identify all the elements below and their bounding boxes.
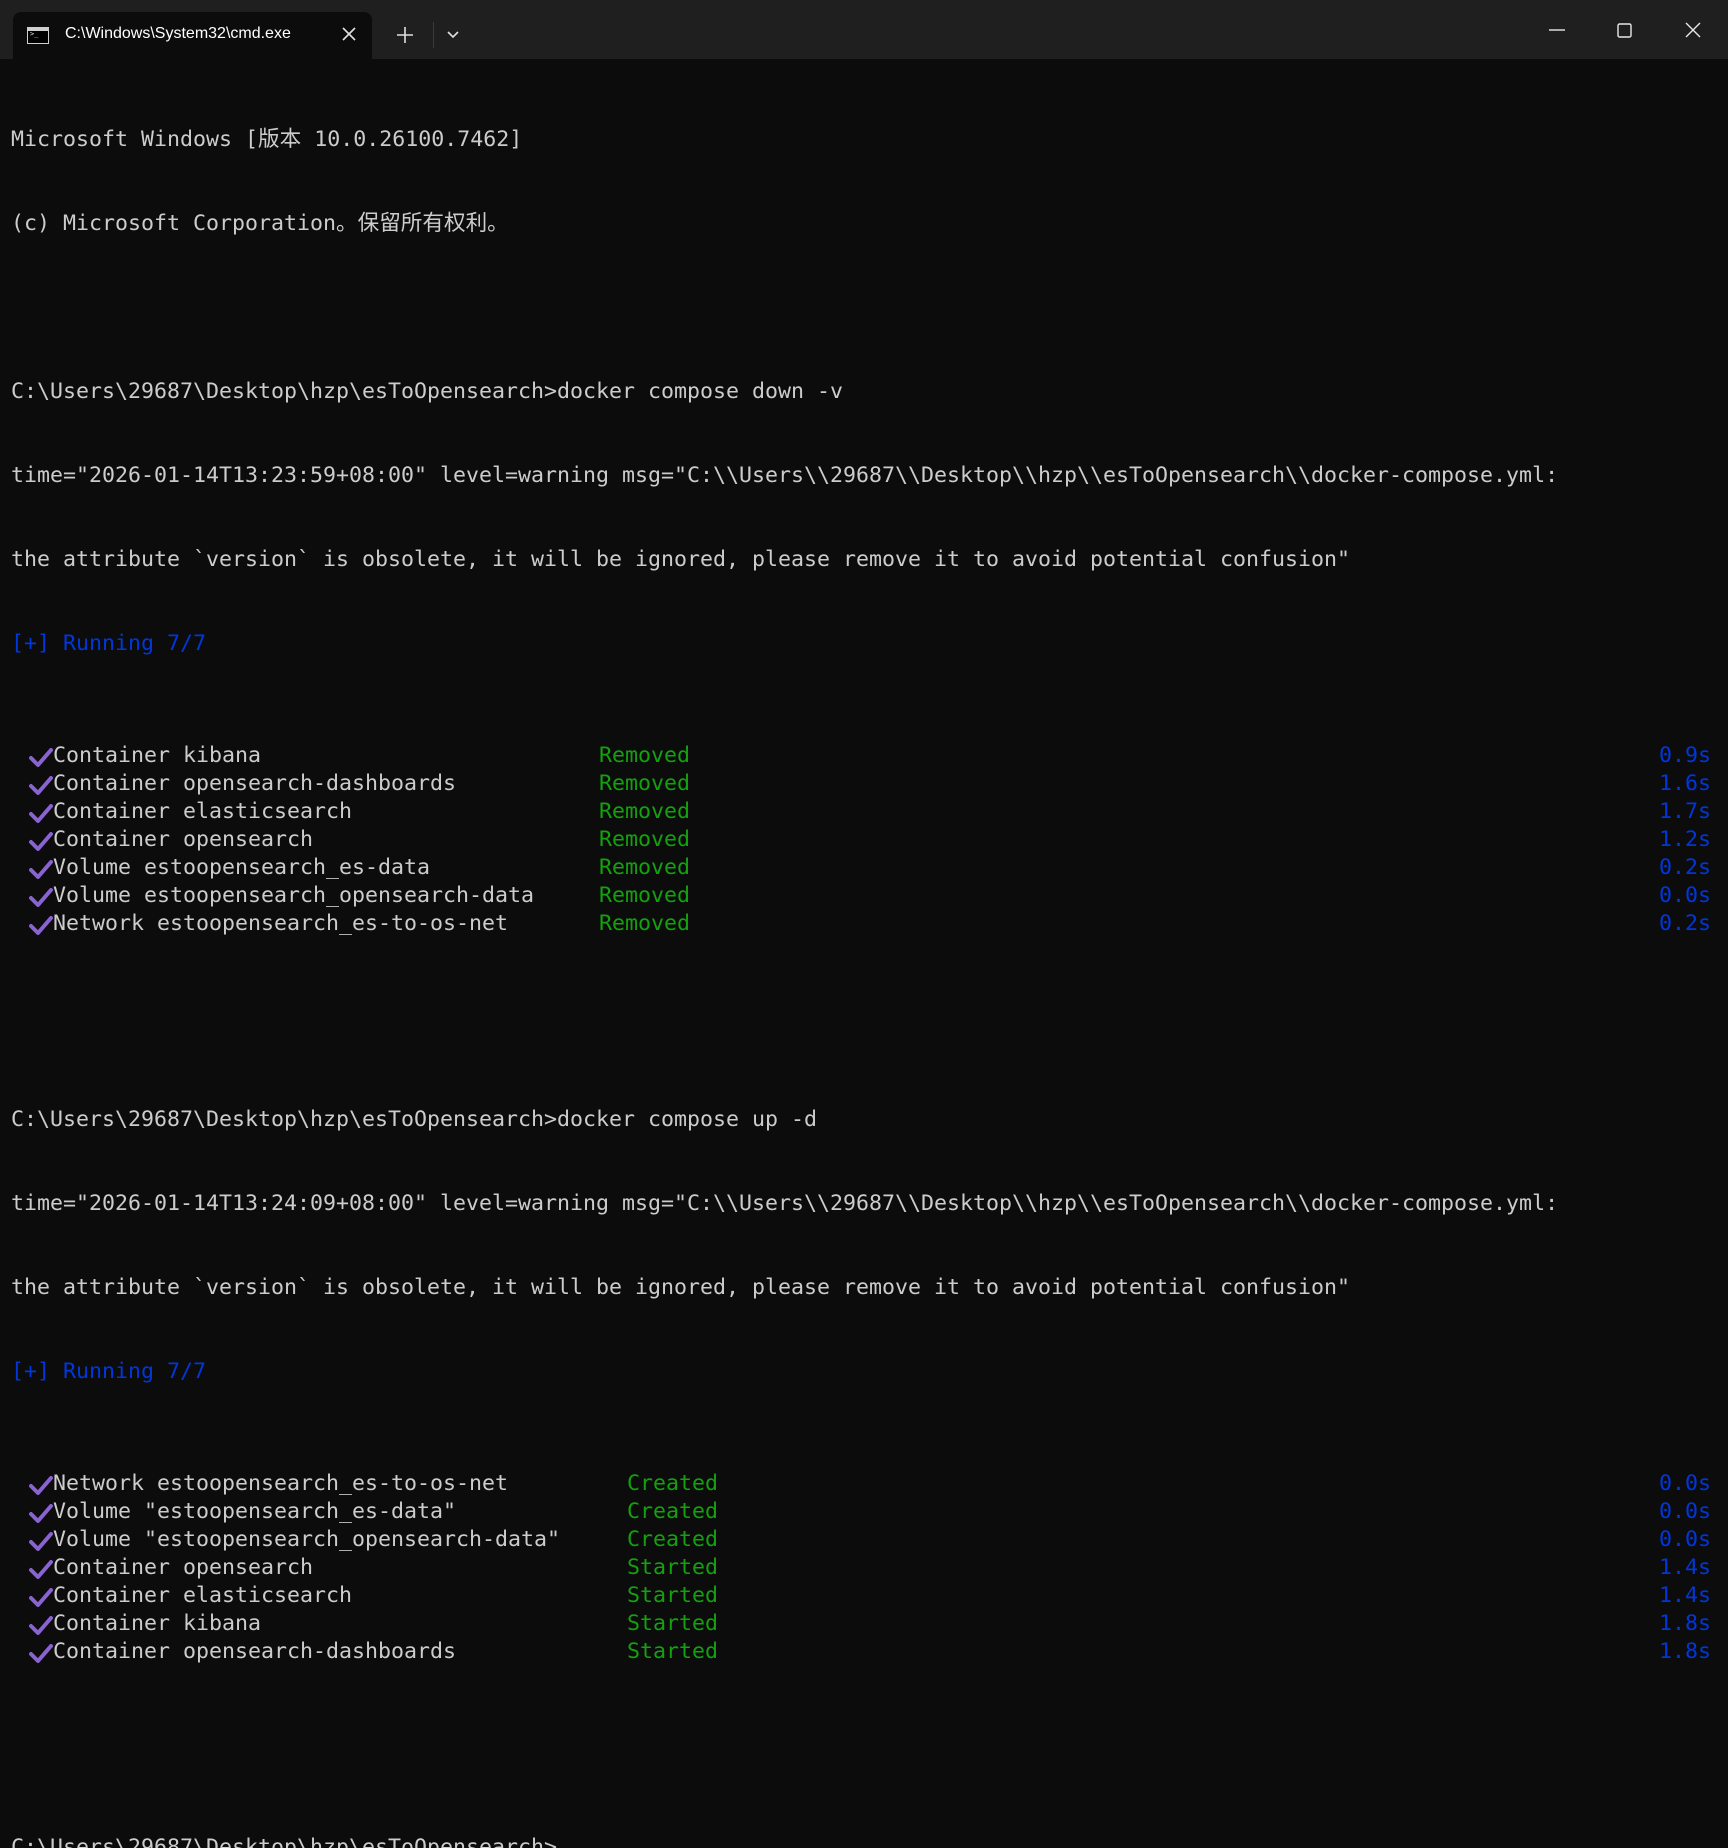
- warning-line: time="2026-01-14T13:23:59+08:00" level=w…: [11, 463, 1559, 488]
- result-label: Container opensearch: [53, 1555, 314, 1580]
- result-status: Started: [627, 1583, 719, 1608]
- result-row: Container opensearch-dashboards Started 1.…: [11, 1638, 1711, 1666]
- result-time: 0.9s: [1658, 743, 1711, 768]
- command-line: C:\Users\29687\Desktop\hzp\esToOpensearc…: [11, 379, 844, 404]
- checkmark-icon: [28, 1476, 54, 1496]
- result-time: 1.6s: [1658, 771, 1711, 796]
- result-label: Volume estoopensearch_opensearch-data: [53, 883, 535, 908]
- warning-line: the attribute `version` is obsolete, it …: [11, 547, 1351, 572]
- result-label: Container kibana: [53, 1611, 262, 1636]
- minimize-icon[interactable]: [1534, 8, 1580, 54]
- result-label: Network estoopensearch_es-to-os-net: [53, 911, 509, 936]
- result-time: 0.0s: [1658, 883, 1711, 908]
- result-status: Removed: [599, 799, 691, 824]
- checkmark-icon: [28, 860, 54, 880]
- up-results: Network estoopensearch_es-to-os-net Creat…: [11, 1470, 1711, 1666]
- warning-line: the attribute `version` is obsolete, it …: [11, 1275, 1351, 1300]
- terminal-window: C:\Windows\System32\cmd.exe Microsoft Wi…: [0, 0, 1728, 1848]
- plus-icon[interactable]: [392, 22, 418, 48]
- window-close-icon[interactable]: [1670, 8, 1716, 54]
- result-label: Container elasticsearch: [53, 799, 353, 824]
- running-status: [+] Running 7/7: [11, 1359, 207, 1384]
- header-line-1: Microsoft Windows [版本 10.0.26100.7462]: [11, 127, 523, 152]
- checkmark-icon: [28, 1532, 54, 1552]
- close-icon[interactable]: [339, 24, 359, 44]
- result-row: Container opensearch Removed 1.2s: [11, 826, 1711, 854]
- result-time: 1.4s: [1658, 1583, 1711, 1608]
- result-status: Removed: [599, 911, 691, 936]
- result-status: Created: [627, 1527, 719, 1552]
- result-row: Container kibana Started 1.8s: [11, 1610, 1711, 1638]
- result-status: Created: [627, 1499, 719, 1524]
- result-time: 0.0s: [1658, 1471, 1711, 1496]
- chevron-down-icon[interactable]: [440, 22, 466, 48]
- tab-cmd[interactable]: C:\Windows\System32\cmd.exe: [13, 12, 372, 59]
- header-line-2: (c) Microsoft Corporation。保留所有权利。: [11, 211, 509, 236]
- result-row: Container elasticsearch Started 1.4s: [11, 1582, 1711, 1610]
- result-label: Volume "estoopensearch_es-data": [53, 1499, 457, 1524]
- result-label: Volume estoopensearch_es-data: [53, 855, 431, 880]
- maximize-icon[interactable]: [1601, 8, 1647, 54]
- result-time: 1.4s: [1658, 1555, 1711, 1580]
- checkmark-icon: [28, 1616, 54, 1636]
- result-time: 0.0s: [1658, 1499, 1711, 1524]
- warning-line: time="2026-01-14T13:24:09+08:00" level=w…: [11, 1191, 1559, 1216]
- result-label: Network estoopensearch_es-to-os-net: [53, 1471, 509, 1496]
- result-status: Removed: [599, 827, 691, 852]
- result-status: Started: [627, 1611, 719, 1636]
- result-row: Volume "estoopensearch_es-data" Created 0.…: [11, 1498, 1711, 1526]
- result-label: Container opensearch: [53, 827, 314, 852]
- result-label: Container opensearch-dashboards: [53, 771, 457, 796]
- checkmark-icon: [28, 1560, 54, 1580]
- tab-title: C:\Windows\System32\cmd.exe: [65, 25, 291, 42]
- command-line: C:\Users\29687\Desktop\hzp\esToOpensearc…: [11, 1107, 818, 1132]
- checkmark-icon: [28, 832, 54, 852]
- down-results: Container kibana Removed 0.9s Container ope…: [11, 742, 1711, 938]
- result-status: Removed: [599, 771, 691, 796]
- result-time: 1.2s: [1658, 827, 1711, 852]
- result-row: Container kibana Removed 0.9s: [11, 742, 1711, 770]
- result-time: 0.2s: [1658, 911, 1711, 936]
- result-row: Container opensearch Started 1.4s: [11, 1554, 1711, 1582]
- terminal-output[interactable]: Microsoft Windows [版本 10.0.26100.7462] (…: [11, 70, 1711, 1848]
- result-label: Container kibana: [53, 743, 262, 768]
- result-row: Volume estoopensearch_es-data Removed 0.2s: [11, 854, 1711, 882]
- result-row: Container opensearch-dashboards Removed 1.…: [11, 770, 1711, 798]
- result-row: Volume estoopensearch_opensearch-data Rem…: [11, 882, 1711, 910]
- running-status: [+] Running 7/7: [11, 631, 207, 656]
- result-time: 0.0s: [1658, 1527, 1711, 1552]
- result-time: 1.8s: [1658, 1611, 1711, 1636]
- result-status: Created: [627, 1471, 719, 1496]
- result-row: Network estoopensearch_es-to-os-net Remov…: [11, 910, 1711, 938]
- result-status: Started: [627, 1555, 719, 1580]
- result-time: 1.7s: [1658, 799, 1711, 824]
- checkmark-icon: [28, 1504, 54, 1524]
- result-row: Network estoopensearch_es-to-os-net Creat…: [11, 1470, 1711, 1498]
- result-time: 0.2s: [1658, 855, 1711, 880]
- toolbar-divider: [433, 22, 434, 48]
- result-row: Container elasticsearch Removed 1.7s: [11, 798, 1711, 826]
- terminal-icon: [27, 27, 49, 44]
- checkmark-icon: [28, 804, 54, 824]
- checkmark-icon: [28, 748, 54, 768]
- result-status: Started: [627, 1639, 719, 1664]
- result-time: 1.8s: [1658, 1639, 1711, 1664]
- checkmark-icon: [28, 888, 54, 908]
- result-label: Volume "estoopensearch_opensearch-data": [53, 1527, 561, 1552]
- result-row: Volume "estoopensearch_opensearch-data" C…: [11, 1526, 1711, 1554]
- result-status: Removed: [599, 855, 691, 880]
- checkmark-icon: [28, 1644, 54, 1664]
- prompt-line: C:\Users\29687\Desktop\hzp\esToOpensearc…: [11, 1835, 558, 1848]
- checkmark-icon: [28, 1588, 54, 1608]
- result-label: Container elasticsearch: [53, 1583, 353, 1608]
- result-status: Removed: [599, 743, 691, 768]
- title-bar: C:\Windows\System32\cmd.exe: [0, 0, 1728, 59]
- checkmark-icon: [28, 776, 54, 796]
- result-label: Container opensearch-dashboards: [53, 1639, 457, 1664]
- checkmark-icon: [28, 916, 54, 936]
- result-status: Removed: [599, 883, 691, 908]
